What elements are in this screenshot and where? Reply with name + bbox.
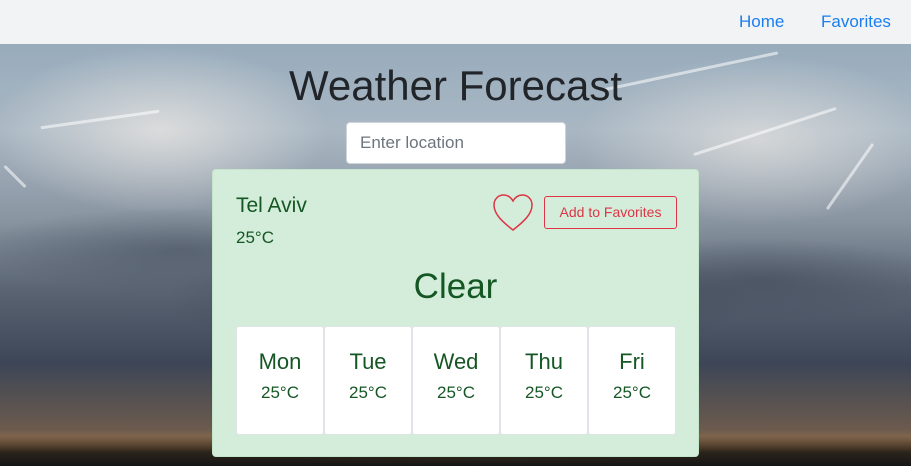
- forecast-day-temperature: 25°C: [437, 383, 475, 402]
- heart-outline-icon[interactable]: [492, 193, 534, 233]
- forecast-day-card: Mon 25°C: [236, 326, 324, 435]
- add-to-favorites-button[interactable]: Add to Favorites: [544, 196, 677, 229]
- nav-favorites-link[interactable]: Favorites: [821, 12, 891, 32]
- forecast-row: Mon 25°C Tue 25°C Wed 25°C Thu 25°C Fri …: [236, 326, 677, 435]
- forecast-day-card: Tue 25°C: [324, 326, 412, 435]
- forecast-day-temperature: 25°C: [525, 383, 563, 402]
- forecast-day-card: Thu 25°C: [500, 326, 588, 435]
- forecast-day-name: Wed: [433, 349, 479, 374]
- forecast-day-name: Mon: [258, 349, 302, 374]
- top-navbar: Home Favorites: [0, 0, 911, 44]
- forecast-day-name: Fri: [619, 349, 645, 374]
- forecast-day-temperature: 25°C: [613, 383, 651, 402]
- forecast-day-card: Wed 25°C: [412, 326, 500, 435]
- weather-card: Tel Aviv 25°C Add to Favorites Clear Mon…: [212, 169, 699, 457]
- forecast-day-card: Fri 25°C: [588, 326, 676, 435]
- forecast-day-temperature: 25°C: [261, 383, 299, 402]
- nav-home-link[interactable]: Home: [739, 12, 784, 32]
- forecast-day-name: Thu: [525, 349, 563, 374]
- page-title: Weather Forecast: [288, 62, 623, 109]
- current-temperature: 25°C: [236, 228, 274, 247]
- city-name: Tel Aviv: [236, 194, 307, 217]
- forecast-day-name: Tue: [349, 349, 387, 374]
- location-search-input[interactable]: [346, 122, 566, 164]
- weather-condition: Clear: [413, 267, 498, 306]
- forecast-day-temperature: 25°C: [349, 383, 387, 402]
